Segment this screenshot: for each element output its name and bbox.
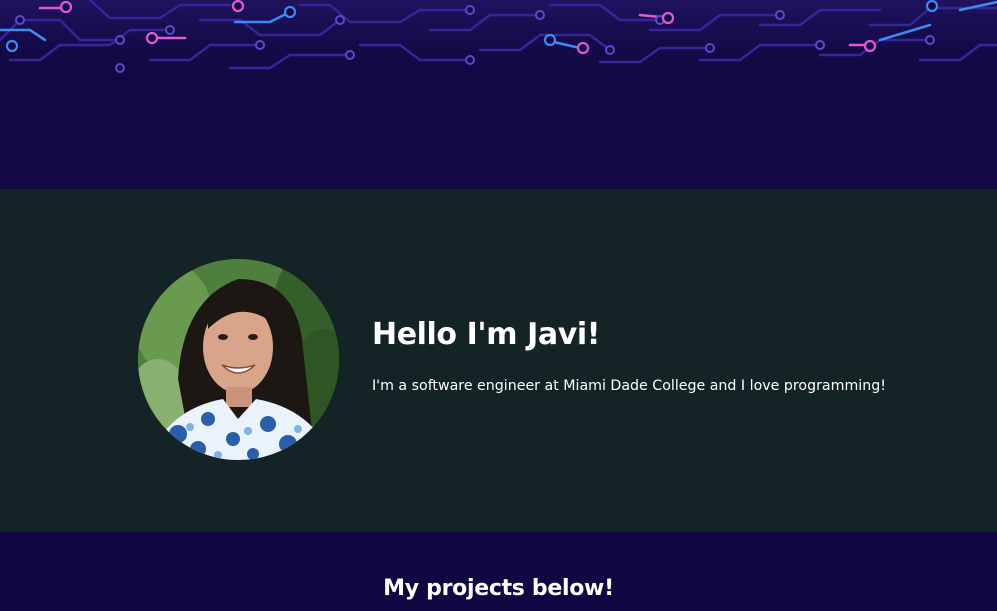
- portfolio-page: Hello I'm Javi! I'm a software engineer …: [0, 0, 997, 611]
- about-section: Hello I'm Javi! I'm a software engineer …: [0, 189, 997, 532]
- projects-section: My projects below!: [0, 532, 997, 611]
- projects-heading: My projects below!: [383, 576, 614, 601]
- bio-text: I'm a software engineer at Miami Dade Co…: [372, 378, 886, 394]
- circuit-pattern-image: [0, 0, 997, 90]
- profile-avatar: [138, 259, 339, 460]
- hero-banner: [0, 0, 997, 189]
- profile-photo-image: [138, 259, 339, 460]
- greeting-heading: Hello I'm Javi!: [372, 317, 601, 352]
